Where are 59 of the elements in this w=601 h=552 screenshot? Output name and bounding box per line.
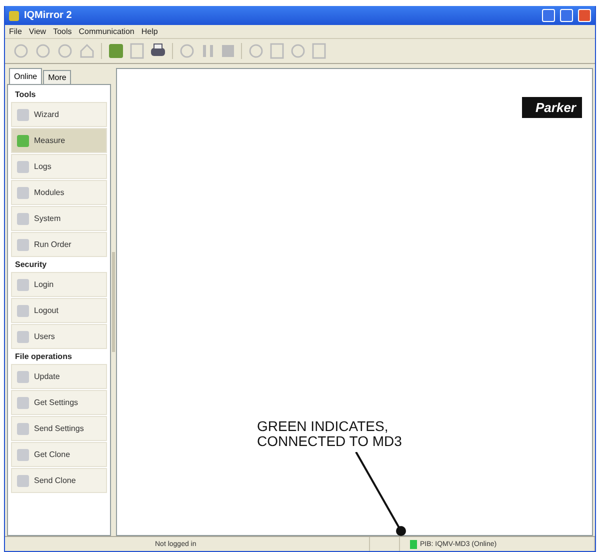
pause-icon[interactable] [201, 43, 215, 59]
circle-icon[interactable] [290, 43, 306, 59]
sidebar-item[interactable]: Users [11, 324, 107, 349]
minimize-button[interactable] [542, 9, 555, 22]
tab[interactable]: Online [9, 68, 42, 84]
sidebar-item[interactable]: Logout [11, 298, 107, 323]
sidebar-item[interactable]: Send Clone [11, 468, 107, 493]
tool-icon [16, 238, 30, 252]
annotation-text: GREEN INDICATES, CONNECTED TO MD3 [257, 419, 402, 449]
printer-icon[interactable] [150, 43, 166, 59]
page-icon[interactable] [312, 43, 326, 59]
sidebar-item[interactable]: Measure [11, 128, 107, 153]
circle-icon[interactable] [35, 43, 51, 59]
sidebar-item[interactable]: Send Settings [11, 416, 107, 441]
section-heading: Tools [14, 89, 37, 101]
window-title: IQMirror 2 [24, 10, 73, 21]
sidebar-item[interactable]: Run Order [11, 232, 107, 257]
tab[interactable]: More [43, 70, 72, 84]
close-button[interactable] [578, 9, 591, 22]
tool-icon [16, 134, 30, 148]
circle-icon[interactable] [179, 43, 195, 59]
tool-icon [16, 108, 30, 122]
sidebar-item[interactable]: Login [11, 272, 107, 297]
home-icon[interactable] [79, 43, 95, 59]
circle-icon[interactable] [13, 43, 29, 59]
stop-icon[interactable] [221, 43, 235, 59]
menu-item[interactable]: Communication [78, 27, 134, 36]
sidebar-item[interactable]: Get Settings [11, 390, 107, 415]
section-heading: Security [14, 259, 48, 271]
tool-icon [16, 330, 30, 344]
sidebar-item[interactable]: Get Clone [11, 442, 107, 467]
tool-icon [16, 370, 30, 384]
app-icon [9, 10, 19, 20]
tool-icon [16, 448, 30, 462]
menu-item[interactable]: File [9, 27, 22, 36]
chip-icon[interactable] [108, 43, 124, 59]
section-heading: File operations [14, 351, 73, 363]
page-icon[interactable] [270, 43, 284, 59]
sidebar-item[interactable]: System [11, 206, 107, 231]
sidebar-item[interactable]: Update [11, 364, 107, 389]
tool-icon [16, 278, 30, 292]
logo: Parker [522, 97, 582, 118]
tool-icon [16, 396, 30, 410]
maximize-button[interactable] [560, 9, 573, 22]
sidebar-item[interactable]: Modules [11, 180, 107, 205]
tool-icon [16, 474, 30, 488]
tool-icon [16, 422, 30, 436]
menu-item[interactable]: Help [141, 27, 158, 36]
tool-icon [16, 304, 30, 318]
tool-icon [16, 160, 30, 174]
circle-icon[interactable] [248, 43, 264, 59]
menu-item[interactable]: Tools [53, 27, 72, 36]
circle-icon[interactable] [57, 43, 73, 59]
page-icon[interactable] [130, 43, 144, 59]
sidebar-item[interactable]: Wizard [11, 102, 107, 127]
tool-icon [16, 212, 30, 226]
menu-item[interactable]: View [28, 27, 46, 36]
tool-icon [16, 186, 30, 200]
sidebar-item[interactable]: Logs [11, 154, 107, 179]
